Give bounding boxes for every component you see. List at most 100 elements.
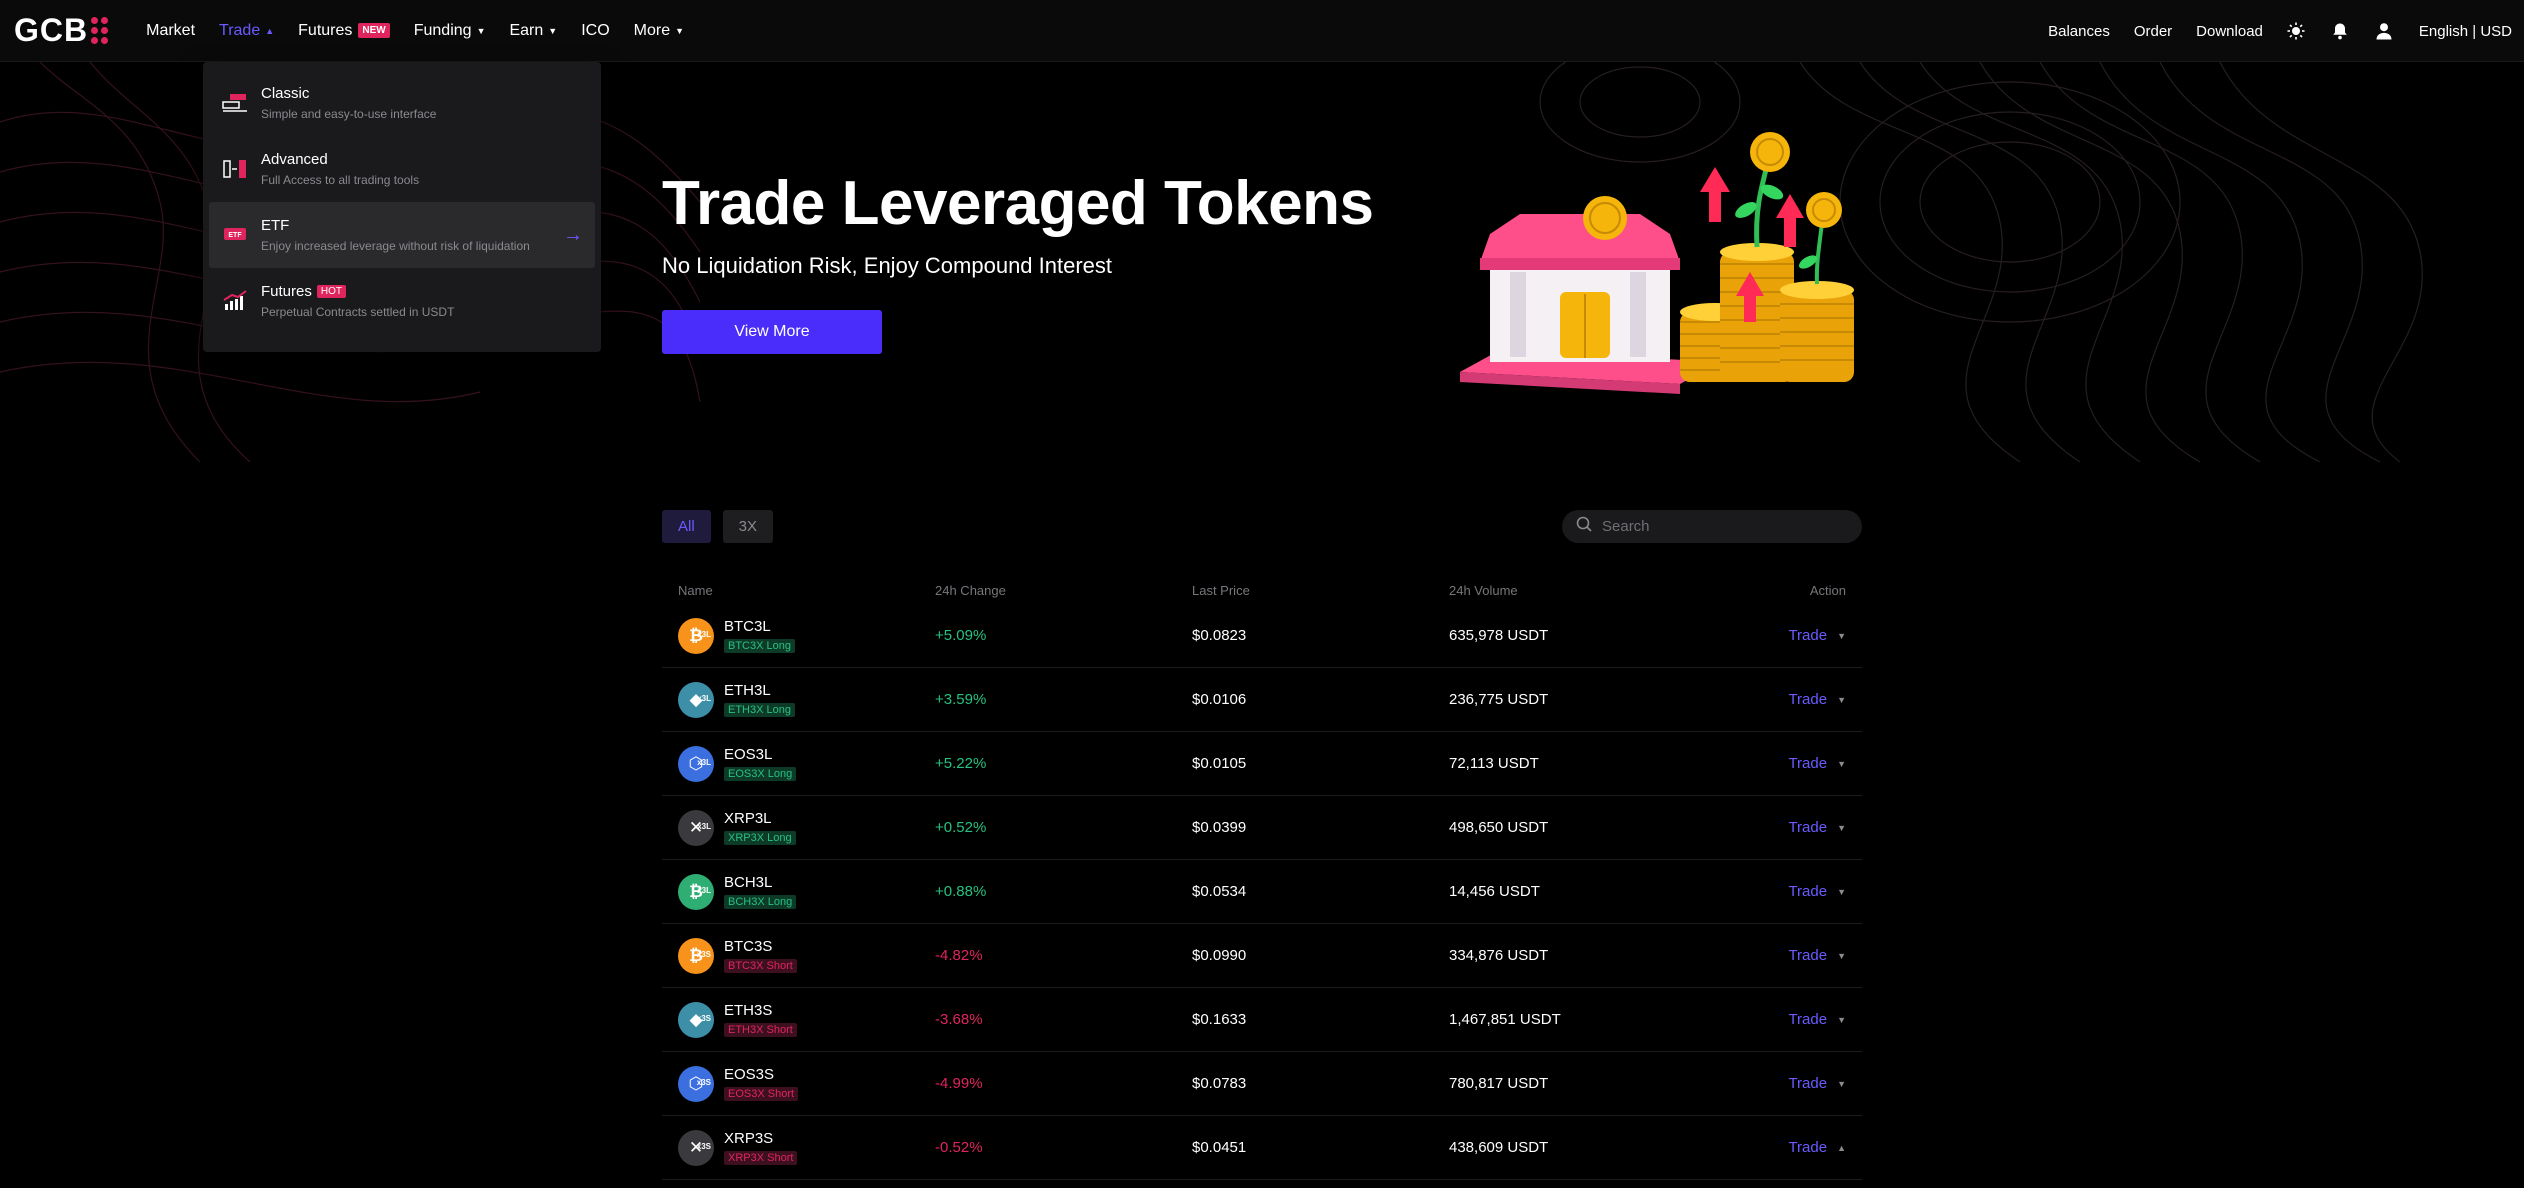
nav-futures[interactable]: Futures NEW xyxy=(298,22,390,40)
price-cell: $0.0783 xyxy=(1192,1075,1247,1092)
caret-down-icon[interactable]: ▼ xyxy=(1837,823,1846,833)
table-body: ₿ x3L BTC3L BTC3X Long +5.09% $0.0823 635,978 … xyxy=(662,604,1862,1180)
table-row[interactable]: ₿ x3S BTC3S BTC3X Short -4.82% $0.0990 334,876… xyxy=(662,924,1862,988)
volume-cell: 1,467,851 USDT xyxy=(1449,1011,1561,1028)
change-cell: +0.52% xyxy=(935,819,987,836)
caret-down-icon[interactable]: ▼ xyxy=(1837,1079,1846,1089)
price-cell: $0.0105 xyxy=(1192,755,1247,772)
token-tag: XRP3X Long xyxy=(724,830,796,845)
bell-icon[interactable] xyxy=(2329,20,2351,42)
user-icon[interactable] xyxy=(2373,20,2395,42)
language-currency-selector[interactable]: English | USD xyxy=(2419,23,2512,40)
caret-down-icon[interactable]: ▼ xyxy=(1837,759,1846,769)
ethereum-icon: ◆ x3S xyxy=(678,1001,714,1038)
gcb-logo[interactable]: GCB xyxy=(14,12,109,49)
nav-order[interactable]: Order xyxy=(2134,23,2172,40)
token-symbol: ETH3L xyxy=(724,681,771,699)
nav-trade-label: Trade xyxy=(219,21,261,39)
trade-link[interactable]: Trade xyxy=(1788,819,1827,836)
nav-earn-label: Earn xyxy=(509,21,544,39)
change-cell: +5.22% xyxy=(935,755,987,772)
hot-badge: HOT xyxy=(316,285,346,298)
menu-item-title: ETF xyxy=(261,217,290,234)
nav-balances[interactable]: Balances xyxy=(2048,23,2110,40)
trade-link[interactable]: Trade xyxy=(1788,755,1827,772)
action-cell: Trade ▼ xyxy=(1706,627,1846,644)
classic-layout-icon xyxy=(221,89,249,117)
trade-link[interactable]: Trade xyxy=(1788,1011,1827,1028)
action-cell: Trade ▼ xyxy=(1706,691,1846,708)
trade-link[interactable]: Trade xyxy=(1788,1139,1827,1156)
action-cell: Trade ▼ xyxy=(1706,755,1846,772)
logo-dots-icon xyxy=(91,17,109,44)
table-row[interactable]: ⬡ x3S EOS3S EOS3X Short -4.99% $0.0783 780,817… xyxy=(662,1052,1862,1116)
change-cell: +3.59% xyxy=(935,691,987,708)
table-row[interactable]: ◆ x3L ETH3L ETH3X Long +3.59% $0.0106 236,775 … xyxy=(662,668,1862,732)
price-cell: $0.0399 xyxy=(1192,819,1247,836)
nav-trade[interactable]: Trade ▲ xyxy=(219,22,274,40)
menu-item-etf[interactable]: ETF ETF Enjoy increased leverage without… xyxy=(209,202,595,268)
trade-link[interactable]: Trade xyxy=(1788,1075,1827,1092)
action-cell: Trade ▼ xyxy=(1706,947,1846,964)
price-cell: $0.0451 xyxy=(1192,1139,1247,1156)
search-input[interactable] xyxy=(1602,518,1842,535)
table-row[interactable]: ✕ x3L XRP3L XRP3X Long +0.52% $0.0399 498,650 … xyxy=(662,796,1862,860)
token-tag: BCH3X Long xyxy=(724,894,797,909)
table-row[interactable]: ₿ x3L BTC3L BTC3X Long +5.09% $0.0823 635,978 … xyxy=(662,604,1862,668)
change-cell: -4.99% xyxy=(935,1075,983,1092)
menu-item-title: Advanced xyxy=(261,151,328,168)
sun-icon[interactable] xyxy=(2285,20,2307,42)
token-symbol: BTC3L xyxy=(724,617,771,635)
token-symbol: ETH3S xyxy=(724,1001,773,1019)
futures-chart-icon xyxy=(221,287,249,315)
menu-item-futures[interactable]: Futures HOT Perpetual Contracts settled i… xyxy=(209,268,595,334)
volume-cell: 635,978 USDT xyxy=(1449,627,1549,644)
bitcoin-icon: ₿ x3L xyxy=(678,617,714,654)
nav-funding[interactable]: Funding ▼ xyxy=(414,22,486,40)
menu-item-desc: Simple and easy-to-use interface xyxy=(261,107,437,121)
etf-icon: ETF xyxy=(221,221,249,249)
trade-link[interactable]: Trade xyxy=(1788,691,1827,708)
caret-down-icon[interactable]: ▼ xyxy=(1837,887,1846,897)
ethereum-icon: ◆ x3L xyxy=(678,681,714,718)
change-cell: -3.68% xyxy=(935,1011,983,1028)
filter-3x-tab[interactable]: 3X xyxy=(722,510,774,543)
table-row[interactable]: ⬡ x3L EOS3L EOS3X Long +5.22% $0.0105 72,113 U… xyxy=(662,732,1862,796)
view-more-button[interactable]: View More xyxy=(662,310,882,354)
price-cell: $0.0823 xyxy=(1192,627,1247,644)
table-row[interactable]: ◆ x3S ETH3S ETH3X Short -3.68% $0.1633 1,467,8… xyxy=(662,988,1862,1052)
new-badge: NEW xyxy=(358,23,390,38)
nav-right: Balances Order Download English | USD xyxy=(2024,0,2512,62)
token-symbol: EOS3S xyxy=(724,1065,775,1083)
price-cell: $0.1633 xyxy=(1192,1011,1247,1028)
search-box xyxy=(1562,510,1862,543)
caret-down-icon[interactable]: ▼ xyxy=(1837,1015,1846,1025)
action-cell: Trade ▲ xyxy=(1706,1139,1846,1156)
trade-link[interactable]: Trade xyxy=(1788,947,1827,964)
filter-all-tab[interactable]: All xyxy=(662,510,711,543)
search-icon xyxy=(1576,516,1592,537)
volume-cell: 438,609 USDT xyxy=(1449,1139,1549,1156)
token-cell: ₿ x3S BTC3S BTC3X Short xyxy=(678,937,935,974)
nav-more[interactable]: More ▼ xyxy=(634,22,684,40)
caret-down-icon[interactable]: ▼ xyxy=(1837,631,1846,641)
caret-down-icon[interactable]: ▼ xyxy=(1837,951,1846,961)
token-tag: ETH3X Short xyxy=(724,1022,797,1037)
nav-market[interactable]: Market xyxy=(146,22,195,40)
caret-down-icon[interactable]: ▼ xyxy=(1837,695,1846,705)
nav-ico[interactable]: ICO xyxy=(581,22,609,40)
menu-item-desc: Perpetual Contracts settled in USDT xyxy=(261,305,455,319)
menu-item-advanced[interactable]: Advanced Full Access to all trading tool… xyxy=(209,136,595,202)
trade-link[interactable]: Trade xyxy=(1788,627,1827,644)
action-cell: Trade ▼ xyxy=(1706,883,1846,900)
header-change: 24h Change xyxy=(935,582,1006,598)
menu-item-classic[interactable]: Classic Simple and easy-to-use interface xyxy=(209,70,595,136)
nav-download[interactable]: Download xyxy=(2196,23,2263,40)
table-row[interactable]: ✕ x3S XRP3S XRP3X Short -0.52% $0.0451 438,609… xyxy=(662,1116,1862,1180)
menu-item-title-text: Futures xyxy=(261,283,312,300)
caret-up-icon[interactable]: ▲ xyxy=(1837,1143,1846,1153)
price-cell: $0.0534 xyxy=(1192,883,1247,900)
trade-link[interactable]: Trade xyxy=(1788,883,1827,900)
table-row[interactable]: ₿ x3L BCH3L BCH3X Long +0.88% $0.0534 14,456 U… xyxy=(662,860,1862,924)
nav-earn[interactable]: Earn ▼ xyxy=(509,22,557,40)
